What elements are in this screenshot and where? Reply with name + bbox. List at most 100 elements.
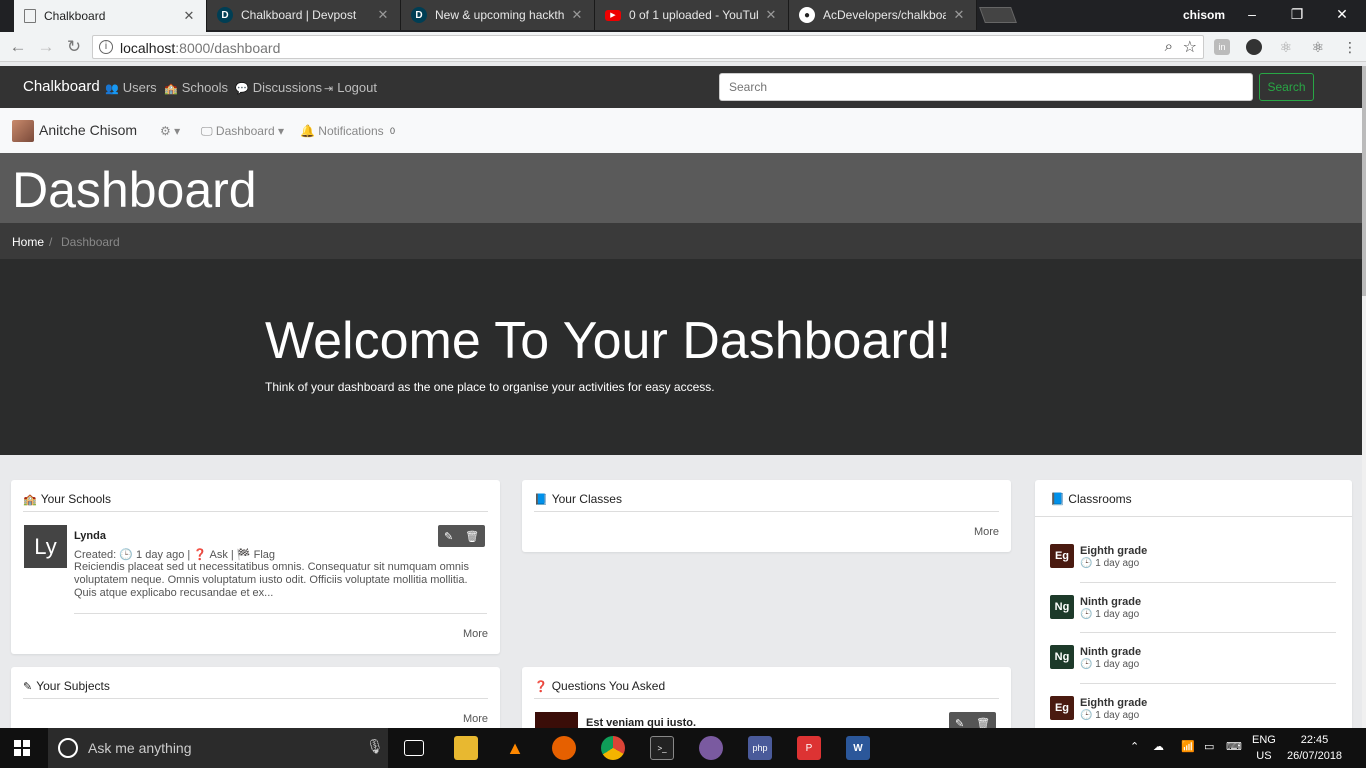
file-explorer-icon[interactable] (454, 736, 478, 760)
nav-logout[interactable]: ⇥ Logout (324, 80, 377, 95)
postman-icon[interactable]: P (797, 736, 821, 760)
brand-link[interactable]: Chalkboard (23, 78, 100, 95)
user-name[interactable]: Anitche Chisom (39, 122, 137, 138)
edit-icon[interactable]: ✎ (955, 717, 964, 729)
new-tab-button[interactable] (979, 7, 1017, 23)
question-thumbnail[interactable] (535, 712, 578, 728)
trash-icon[interactable]: 🗑 (976, 717, 990, 729)
restore-icon[interactable]: ❐ (1285, 4, 1309, 24)
school-thumbnail[interactable]: Ly (24, 525, 67, 568)
more-link[interactable]: More (463, 628, 488, 640)
dark-reader-extension-icon[interactable] (1246, 39, 1262, 55)
classroom-name[interactable]: Eighth grade (1080, 697, 1147, 709)
task-view-icon[interactable] (404, 740, 424, 756)
firefox-icon[interactable] (552, 736, 576, 760)
notifications-link[interactable]: 🔔 Notifications (300, 124, 384, 138)
bookmark-star-icon[interactable]: ☆ (1183, 37, 1197, 57)
profile-name[interactable]: chisom (1183, 8, 1225, 22)
tab-chalkboard[interactable]: Chalkboard ✕ (14, 0, 207, 32)
school-icon: 🏫 (164, 83, 178, 95)
question-actions: ✎ 🗑 (949, 712, 996, 728)
card-header: 🏫 Your Schools (23, 492, 488, 512)
breadcrumb-home[interactable]: Home (12, 235, 44, 249)
zoom-icon[interactable]: ⌕ (1165, 38, 1173, 55)
chrome-icon[interactable] (601, 736, 625, 760)
onedrive-icon[interactable]: ☁ (1153, 740, 1164, 753)
minimize-icon[interactable]: – (1240, 4, 1264, 24)
classroom-thumb[interactable]: Ng (1050, 595, 1074, 619)
back-icon[interactable]: ← (8, 37, 28, 57)
edit-icon[interactable]: ✎ (444, 530, 453, 543)
classrooms-card: 📘 Classrooms Eg Eighth grade 🕒 1 day ago… (1035, 480, 1352, 728)
forward-icon[interactable]: → (36, 37, 56, 57)
system-clock[interactable]: 22:45 26/07/2018 (1287, 732, 1342, 764)
more-link[interactable]: More (974, 526, 999, 538)
search-button[interactable]: Search (1259, 73, 1314, 101)
classroom-thumb[interactable]: Eg (1050, 544, 1074, 568)
keyboard-icon[interactable]: ⌨ (1226, 740, 1242, 753)
classroom-thumb[interactable]: Ng (1050, 645, 1074, 669)
question-icon: ❓ (193, 549, 208, 561)
close-window-icon[interactable]: ✕ (1330, 4, 1354, 24)
close-icon[interactable]: ✕ (764, 7, 778, 23)
menu-icon[interactable]: ⋮ (1342, 39, 1358, 55)
nav-discussions[interactable]: 💬 Discussions (235, 80, 322, 95)
school-name[interactable]: Lynda (74, 530, 106, 542)
vlc-icon[interactable]: ▲ (503, 736, 527, 760)
address-bar[interactable]: i localhost:8000/dashboard ⌕ ☆ (92, 35, 1204, 59)
windows-start-icon[interactable] (14, 740, 30, 756)
avatar[interactable] (12, 120, 34, 142)
tab-hackathons[interactable]: D New & upcoming hackth ✕ (401, 0, 595, 30)
react-extension-icon[interactable]: ⚛ (1278, 39, 1294, 55)
page-scrollbar-thumb[interactable] (1362, 66, 1366, 296)
nav-schools[interactable]: 🏫 Schools (164, 80, 228, 95)
close-icon[interactable]: ✕ (182, 8, 196, 24)
classroom-name[interactable]: Ninth grade (1080, 646, 1141, 658)
classroom-thumb[interactable]: Eg (1050, 696, 1074, 720)
classroom-time-text: 1 day ago (1095, 710, 1140, 721)
microphone-icon[interactable]: 🎙 (366, 738, 384, 755)
classroom-time-text: 1 day ago (1095, 659, 1140, 670)
linkedin-extension-icon[interactable]: in (1214, 39, 1230, 55)
close-icon[interactable]: ✕ (376, 7, 390, 23)
flag-link[interactable]: 🏁 Flag (237, 549, 275, 561)
classroom-name[interactable]: Ninth grade (1080, 596, 1141, 608)
nav-schools-label: Schools (181, 80, 228, 95)
more-link[interactable]: More (463, 713, 488, 725)
search-input[interactable] (719, 73, 1253, 101)
flag-icon: 🏁 (236, 549, 251, 561)
reload-icon[interactable]: ↻ (64, 37, 84, 57)
terminal-icon[interactable]: >_ (650, 736, 674, 760)
php-icon[interactable]: php (748, 736, 772, 760)
nav-logout-label: Logout (337, 80, 377, 95)
close-icon[interactable]: ✕ (570, 7, 584, 23)
close-icon[interactable]: ✕ (952, 7, 966, 23)
dashboard-dropdown[interactable]: 🖵 Dashboard ▾ (201, 124, 284, 139)
tab-devpost[interactable]: D Chalkboard | Devpost ✕ (207, 0, 401, 30)
classroom-time-text: 1 day ago (1095, 558, 1140, 569)
classroom-name[interactable]: Eighth grade (1080, 545, 1147, 557)
trash-icon[interactable]: 🗑 (465, 530, 479, 543)
react-devtools-icon[interactable]: ⚛ (1310, 39, 1326, 55)
card-title: Questions You Asked (551, 679, 666, 693)
battery-icon[interactable]: ▭ (1204, 740, 1214, 753)
question-title[interactable]: Est veniam qui iusto. (586, 717, 696, 728)
school-meta: Created: 🕒 1 day ago | ❓ Ask | 🏁 Flag (74, 548, 275, 561)
word-icon[interactable]: W (846, 736, 870, 760)
tab-github[interactable]: ● AcDevelopers/chalkboard ✕ (789, 0, 977, 30)
tab-youtube[interactable]: ▶ 0 of 1 uploaded - YouTub ✕ (595, 0, 789, 30)
cortana-search[interactable]: Ask me anything 🎙 (48, 728, 388, 768)
desktop-icon: 🖵 (201, 124, 213, 138)
breadcrumb-separator: / (49, 235, 53, 249)
url-text: localhost:8000/dashboard (120, 40, 280, 56)
settings-dropdown[interactable]: ⚙ ▾ (160, 124, 180, 138)
chevron-up-icon[interactable]: ⌃ (1130, 740, 1139, 753)
wifi-icon[interactable]: 📶 (1181, 740, 1195, 753)
welcome-subtitle: Think of your dashboard as the one place… (265, 380, 715, 394)
info-icon[interactable]: i (99, 40, 113, 54)
ask-link[interactable]: ❓ Ask (193, 549, 228, 561)
nav-users[interactable]: 👥 Users (105, 80, 157, 95)
card-header: 📘 Your Classes (534, 492, 999, 512)
language-indicator[interactable]: ENG US (1252, 732, 1276, 764)
github-desktop-icon[interactable] (699, 736, 723, 760)
